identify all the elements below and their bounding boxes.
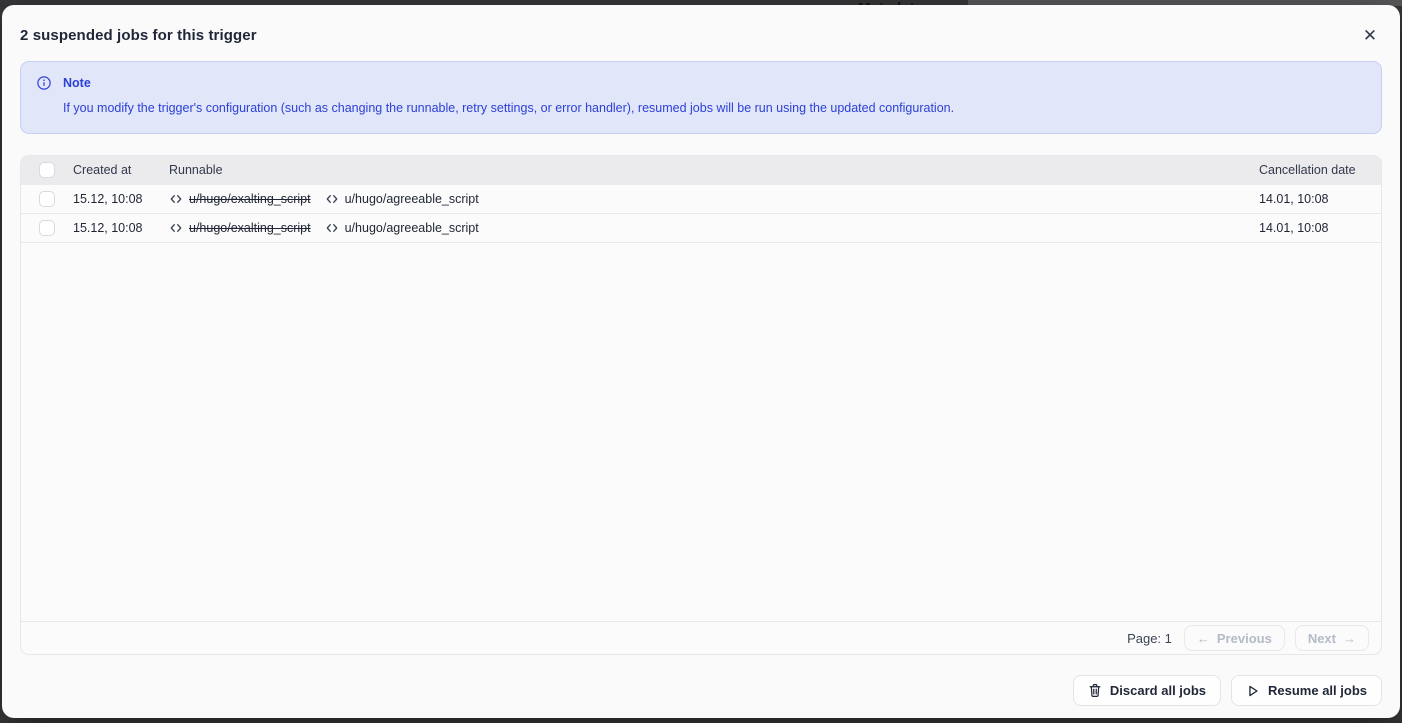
- modal-title: 2 suspended jobs for this trigger: [20, 27, 257, 44]
- runnable-cell: u/hugo/exalting_script u/hugo/agreeable_…: [169, 221, 1259, 235]
- cancellation-date-cell: 14.01, 10:08: [1259, 192, 1381, 206]
- modal-actions: Discard all jobs Resume all jobs: [2, 655, 1400, 718]
- note-banner: Note If you modify the trigger's configu…: [20, 61, 1382, 134]
- modal-header: 2 suspended jobs for this trigger ✕: [2, 5, 1400, 61]
- suspended-jobs-modal: 2 suspended jobs for this trigger ✕ Note…: [2, 5, 1400, 718]
- table-empty-space: [21, 243, 1381, 621]
- code-icon: [325, 221, 339, 235]
- pagination-bar: Page: 1 ← Previous Next →: [21, 621, 1381, 654]
- discard-all-jobs-button[interactable]: Discard all jobs: [1073, 675, 1221, 706]
- trash-icon: [1088, 683, 1102, 698]
- new-runnable-path: u/hugo/agreeable_script: [345, 192, 479, 206]
- previous-page-button[interactable]: ← Previous: [1184, 625, 1285, 651]
- table-row[interactable]: 15.12, 10:08 u/hugo/exalting_script u/hu…: [21, 214, 1381, 243]
- created-at-cell: 15.12, 10:08: [73, 192, 169, 206]
- select-all-checkbox[interactable]: [39, 162, 55, 178]
- arrow-right-icon: →: [1343, 631, 1356, 646]
- resume-all-jobs-label: Resume all jobs: [1268, 683, 1367, 698]
- note-body: If you modify the trigger's configuratio…: [37, 100, 1365, 117]
- note-label: Note: [63, 76, 91, 90]
- discard-all-jobs-label: Discard all jobs: [1110, 683, 1206, 698]
- info-icon: [37, 76, 51, 90]
- arrow-left-icon: ←: [1197, 631, 1210, 646]
- old-runnable-path: u/hugo/exalting_script: [189, 221, 311, 235]
- column-header-created-at: Created at: [73, 163, 169, 177]
- new-runnable-path: u/hugo/agreeable_script: [345, 221, 479, 235]
- close-icon: ✕: [1363, 27, 1377, 44]
- next-label: Next: [1308, 631, 1336, 646]
- resume-all-jobs-button[interactable]: Resume all jobs: [1231, 675, 1382, 706]
- code-icon: [169, 192, 183, 206]
- runnable-cell: u/hugo/exalting_script u/hugo/agreeable_…: [169, 192, 1259, 206]
- suspended-jobs-table: Created at Runnable Cancellation date 15…: [20, 155, 1382, 655]
- cancellation-date-cell: 14.01, 10:08: [1259, 221, 1381, 235]
- header-checkbox-cell: [21, 162, 73, 178]
- next-page-button[interactable]: Next →: [1295, 625, 1369, 651]
- page-indicator: Page: 1: [1127, 631, 1172, 646]
- old-runnable-path: u/hugo/exalting_script: [189, 192, 311, 206]
- column-header-cancellation-date: Cancellation date: [1259, 163, 1381, 177]
- note-head: Note: [37, 76, 1365, 90]
- previous-label: Previous: [1217, 631, 1272, 646]
- row-checkbox-cell: [21, 220, 73, 236]
- row-checkbox[interactable]: [39, 220, 55, 236]
- play-icon: [1246, 684, 1260, 698]
- table-row[interactable]: 15.12, 10:08 u/hugo/exalting_script u/hu…: [21, 185, 1381, 214]
- created-at-cell: 15.12, 10:08: [73, 221, 169, 235]
- column-header-runnable: Runnable: [169, 163, 1259, 177]
- table-header-row: Created at Runnable Cancellation date: [21, 156, 1381, 185]
- code-icon: [169, 221, 183, 235]
- code-icon: [325, 192, 339, 206]
- row-checkbox[interactable]: [39, 191, 55, 207]
- close-button[interactable]: ✕: [1358, 23, 1382, 47]
- row-checkbox-cell: [21, 191, 73, 207]
